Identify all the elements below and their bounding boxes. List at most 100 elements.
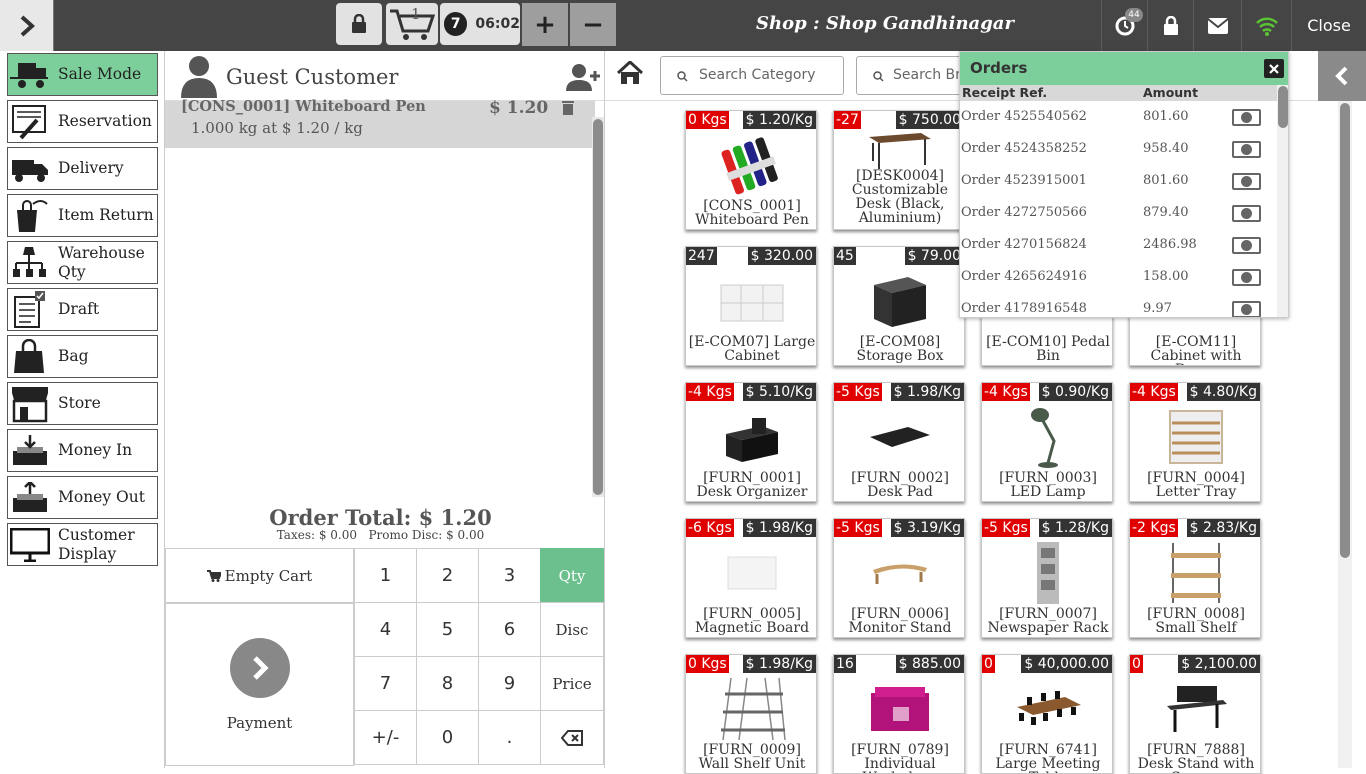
home-icon[interactable]: [617, 61, 643, 85]
product-card[interactable]: -5 Kgs $ 3.19/Kg [FURN_0006] Monitor Stand: [833, 518, 965, 638]
product-image: [982, 675, 1112, 743]
order-row[interactable]: Order 4272750566 879.40: [960, 197, 1278, 229]
trash-icon[interactable]: [562, 101, 574, 115]
lock-screen-button[interactable]: [1147, 0, 1193, 51]
search-icon: [677, 71, 688, 82]
nav-money-in-button[interactable]: Money In: [7, 429, 158, 472]
numpad-key-dot[interactable]: .: [478, 710, 541, 765]
product-name: [FURN_0005] Magnetic Board: [694, 606, 810, 636]
product-card[interactable]: 0 Kgs $ 1.20/Kg [CONS_0001] Whiteboard Pen: [685, 110, 817, 230]
order-row[interactable]: Order 4524358252 958.40: [960, 133, 1278, 165]
product-card[interactable]: -5 Kgs $ 1.28/Kg [FURN_0007] Newspaper Rac…: [981, 518, 1113, 638]
product-card[interactable]: 0 $ 40,000.00 [FURN_6741] Large Meeting Ta…: [981, 654, 1113, 774]
minus-button[interactable]: −: [570, 3, 616, 46]
product-card[interactable]: -2 Kgs $ 2.83/Kg [FURN_0008] Small Shelf: [1129, 518, 1261, 638]
product-card[interactable]: 0 Kgs $ 1.98/Kg [FURN_0009] Wall Shelf Uni…: [685, 654, 817, 774]
product-card[interactable]: -27 $ 750.00 [DESK0004] Customizable Desk …: [833, 110, 965, 230]
search-category-field[interactable]: Search Category: [660, 56, 844, 95]
clock-button[interactable]: 7 06:02: [440, 3, 520, 45]
cash-icon[interactable]: [1232, 301, 1261, 317]
numpad-key-2[interactable]: 2: [416, 548, 479, 603]
numpad-key-plusminus[interactable]: +/-: [354, 710, 417, 765]
disc-mode-button[interactable]: Disc: [540, 602, 604, 657]
numpad-key-3[interactable]: 3: [478, 548, 541, 603]
numpad-key-8[interactable]: 8: [416, 656, 479, 711]
order-row[interactable]: Order 4178916548 9.97: [960, 293, 1278, 317]
product-card[interactable]: -4 Kgs $ 0.90/Kg [FURN_0003] LED Lamp: [981, 382, 1113, 502]
order-total-section: Order Total: $ 1.20 Taxes: $ 0.00 Promo …: [165, 505, 580, 542]
order-row[interactable]: Order 4270156824 2486.98: [960, 229, 1278, 261]
numpad-key-1[interactable]: 1: [354, 548, 417, 603]
product-image: [834, 403, 964, 471]
nav-bag-button[interactable]: Bag: [7, 335, 158, 378]
nav-reservation-button[interactable]: Reservation: [7, 100, 158, 143]
plus-button[interactable]: +: [522, 3, 568, 46]
nav-warehouse-qty-button[interactable]: Warehouse Qty: [7, 241, 158, 284]
cash-icon[interactable]: [1232, 269, 1261, 286]
messages-button[interactable]: [1193, 0, 1241, 51]
cash-icon[interactable]: [1232, 109, 1261, 126]
product-card[interactable]: -6 Kgs $ 1.98/Kg [FURN_0005] Magnetic Boar…: [685, 518, 817, 638]
search-product-input[interactable]: Search Br: [893, 67, 961, 83]
toggle-sidebar-button[interactable]: [0, 0, 54, 51]
add-customer-icon[interactable]: [566, 63, 600, 91]
nav-item-return-button[interactable]: Item Return: [7, 194, 158, 237]
customer-name[interactable]: Guest Customer: [226, 65, 398, 89]
numpad-key-7[interactable]: 7: [354, 656, 417, 711]
order-ref: Order 4525540562: [961, 109, 1087, 124]
product-card[interactable]: 45 $ 79.00 [E-COM08] Storage Box: [833, 246, 965, 366]
search-product-field[interactable]: Search Br: [856, 56, 966, 95]
empty-cart-button[interactable]: Empty Cart: [165, 548, 354, 603]
nav-draft-button[interactable]: Draft: [7, 288, 158, 331]
cash-icon[interactable]: [1232, 205, 1261, 222]
numpad-key-4[interactable]: 4: [354, 602, 417, 657]
order-row[interactable]: Order 4265624916 158.00: [960, 261, 1278, 293]
cart-button[interactable]: 1: [386, 3, 438, 45]
numpad-key-6[interactable]: 6: [478, 602, 541, 657]
product-price-badge: $ 2.83/Kg: [1186, 519, 1260, 537]
collapse-panel-button[interactable]: [1318, 51, 1366, 101]
numpad-key-5[interactable]: 5: [416, 602, 479, 657]
order-row[interactable]: Order 4525540562 801.60: [960, 101, 1278, 133]
product-price-badge: $ 0.90/Kg: [1038, 383, 1112, 401]
nav-store-button[interactable]: Store: [7, 382, 158, 425]
cash-icon[interactable]: [1232, 173, 1261, 190]
product-price-badge: $ 1.98/Kg: [890, 383, 964, 401]
qty-mode-button[interactable]: Qty: [540, 548, 604, 603]
sync-button[interactable]: 44: [1101, 0, 1147, 51]
order-line[interactable]: [CONS_0001] Whiteboard Pen $ 1.20 1.000 …: [165, 98, 595, 148]
nav-sale-mode-button[interactable]: Sale Mode: [7, 53, 158, 96]
nav-delivery-button[interactable]: Delivery: [7, 147, 158, 190]
close-button[interactable]: Close: [1291, 0, 1366, 51]
order-row[interactable]: Order 4523915001 801.60: [960, 165, 1278, 197]
lock-icon: [352, 14, 366, 33]
products-scrollbar[interactable]: [1338, 101, 1352, 768]
customer-header: Guest Customer: [165, 51, 605, 101]
cash-icon[interactable]: [1232, 237, 1261, 254]
order-total: Order Total: $ 1.20: [269, 505, 492, 530]
product-card[interactable]: 0 $ 2,100.00 [FURN_7888] Desk Stand with S…: [1129, 654, 1261, 774]
product-card[interactable]: -5 Kgs $ 1.98/Kg [FURN_0002] Desk Pad: [833, 382, 965, 502]
numpad-key-9[interactable]: 9: [478, 656, 541, 711]
payment-button[interactable]: Payment: [165, 603, 354, 766]
nav-label: Delivery: [58, 159, 124, 177]
backspace-button[interactable]: [540, 710, 604, 765]
product-card[interactable]: 16 $ 885.00 [FURN_0789] Individual Workpla…: [833, 654, 965, 774]
product-name: [FURN_0789] Individual Workplace: [851, 742, 949, 773]
product-card[interactable]: -4 Kgs $ 4.80/Kg [FURN_0004] Letter Tray: [1129, 382, 1261, 502]
nav-money-out-button[interactable]: Money Out: [7, 476, 158, 519]
orderlines-scrollbar[interactable]: [592, 117, 604, 497]
close-orders-button[interactable]: [1264, 59, 1284, 78]
product-card[interactable]: 247 $ 320.00 [E-COM07] Large Cabinet: [685, 246, 817, 366]
price-mode-button[interactable]: Price: [540, 656, 604, 711]
nav-customer-display-button[interactable]: Customer Display: [7, 523, 158, 566]
close-icon: [1269, 63, 1279, 74]
search-icon: [873, 71, 884, 82]
cash-icon[interactable]: [1232, 141, 1261, 158]
connection-button[interactable]: [1241, 0, 1291, 51]
orders-scrollbar[interactable]: [1277, 85, 1288, 317]
search-category-input[interactable]: Search Category: [699, 67, 816, 83]
product-card[interactable]: -4 Kgs $ 5.10/Kg [FURN_0001] Desk Organize…: [685, 382, 817, 502]
numpad-key-0[interactable]: 0: [416, 710, 479, 765]
lock-button[interactable]: [336, 3, 382, 45]
